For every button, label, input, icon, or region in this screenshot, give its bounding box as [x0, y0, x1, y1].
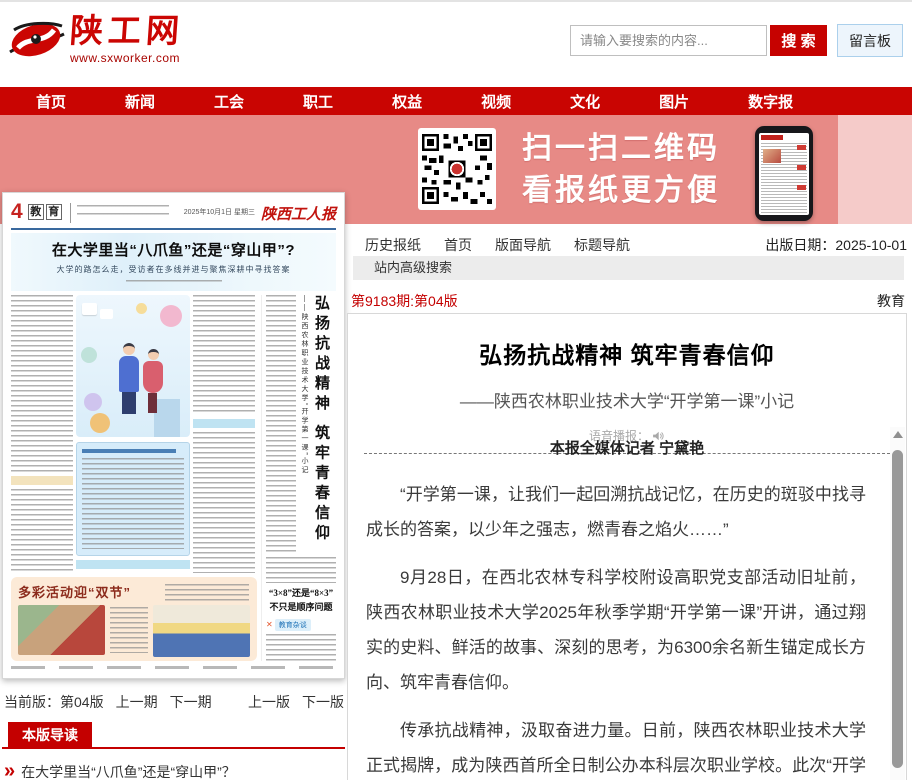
publish-date: 出版日期：2025-10-01	[765, 235, 907, 255]
prev-page-link[interactable]: 上一版	[248, 692, 290, 712]
lead-headline: 在大学里当“八爪鱼”还是“穿山甲”?	[11, 239, 336, 260]
vertical-article-title: 弘扬抗战精神 筑牢青春信仰	[312, 295, 330, 551]
feature-photo-left	[18, 605, 105, 655]
newspaper-section-char: 教	[28, 204, 44, 220]
current-article-column[interactable]: ——陕西农林职业技术大学“开学第一课”小记 弘扬抗战精神 筑牢青春信仰 “3×8…	[261, 295, 336, 661]
section-label: 教育	[877, 291, 905, 311]
article-author: 本报全媒体记者 宁黛艳	[348, 437, 906, 458]
nav-item-photo[interactable]: 图片	[659, 91, 689, 112]
article-title: 弘扬抗战精神 筑牢青春信仰	[348, 336, 906, 370]
lead-article-illustration	[76, 295, 190, 437]
vertical-article-subtitle: ——陕西农林职业技术大学“开学第一课”小记	[299, 295, 309, 513]
link-history-papers[interactable]: 历史报纸	[365, 235, 421, 255]
newspaper-page-thumbnail[interactable]: 4 教 育 2025年10月1日 星期三 陕西工人报 在大学里当“八爪鱼”还是“…	[2, 192, 345, 679]
nav-item-home[interactable]: 首页	[36, 91, 66, 112]
newspaper-footer-line	[11, 666, 336, 669]
article-paragraph: 9月28日，在西北农林专科学校附设高职党支部活动旧址前，陕西农林职业技术大学20…	[366, 560, 866, 700]
prev-issue-link[interactable]: 上一期	[116, 692, 158, 712]
banner-slogan: 扫一扫二维码 看报纸更方便	[522, 128, 720, 212]
nav-item-rights[interactable]: 权益	[392, 91, 422, 112]
guide-article-link[interactable]: » 在大学里当“八爪鱼”还是“穿山甲”？	[2, 762, 345, 780]
next-issue-link[interactable]: 下一期	[170, 692, 212, 712]
issue-info: 第9183期:第04版	[351, 291, 458, 311]
photo-feature-block: 多彩活动迎“双节”	[11, 577, 257, 661]
guide-title-tab: 本版导读	[8, 722, 92, 749]
logo-title: 陕工网	[69, 14, 186, 50]
newspaper-masthead: 陕西工人报	[261, 203, 336, 224]
nav-item-culture[interactable]: 文化	[570, 91, 600, 112]
nav-item-epaper[interactable]: 数字报	[748, 91, 793, 112]
link-title-navigation[interactable]: 标题导航	[574, 235, 630, 255]
guide-article-title: 在大学里当“八爪鱼”还是“穿山甲”？	[21, 762, 236, 780]
double-arrow-icon: »	[4, 763, 15, 779]
newspaper-column	[76, 295, 190, 573]
scrollbar-thumb[interactable]	[892, 450, 903, 768]
article-paragraph: “开学第一课，让我们一起回溯抗战记忆，在历史的斑驳中找寻成长的答案，以少年之强志…	[366, 477, 866, 547]
scrollbar[interactable]	[890, 427, 905, 780]
site-logo[interactable]: 陕工网 www.sxworker.com	[8, 14, 184, 66]
section-guide-header: 本版导读	[2, 722, 345, 749]
nav-item-union[interactable]: 工会	[214, 91, 244, 112]
newspaper-section-char: 育	[46, 204, 62, 220]
survey-stats-box	[76, 442, 190, 556]
feature-photo-right	[153, 605, 250, 657]
link-page-navigation[interactable]: 版面导航	[495, 235, 551, 255]
article-body: “开学第一课，让我们一起回溯抗战记忆，在历史的斑驳中找寻成长的答案，以少年之强志…	[348, 458, 906, 780]
article-scroll-area[interactable]: 本报全媒体记者 宁黛艳 “开学第一课，让我们一起回溯抗战记忆，在历史的斑驳中找寻…	[348, 427, 906, 780]
column-headline: 不只是顺序问题	[266, 600, 336, 614]
newspaper-lead-headline-block: 在大学里当“八爪鱼”还是“穿山甲”? 大学的路怎么走，受访者在多线并进与聚焦深耕…	[11, 233, 336, 291]
article-subtitle: ——陕西农林职业技术大学“开学第一课”小记	[348, 387, 906, 412]
logo-subtitle: www.sxworker.com	[70, 51, 184, 65]
current-page-label: 当前版：第04版	[4, 692, 104, 712]
link-reader-home[interactable]: 首页	[444, 235, 472, 255]
search-input[interactable]	[570, 25, 767, 56]
next-page-link[interactable]: 下一版	[302, 692, 344, 712]
newspaper-column	[193, 295, 255, 573]
message-board-button[interactable]: 留言板	[837, 24, 903, 57]
nav-item-news[interactable]: 新闻	[125, 91, 155, 112]
newspaper-column	[11, 295, 73, 573]
scroll-up-arrow-icon[interactable]	[893, 431, 903, 438]
newspaper-meta-text	[77, 205, 169, 221]
newspaper-date: 2025年10月1日 星期三	[184, 207, 255, 217]
advanced-search-link[interactable]: 站内高级搜索	[374, 260, 452, 275]
column-label-logo-icon: ✕	[266, 620, 273, 629]
article-paragraph: 传承抗战精神，汲取奋进力量。日前，陕西农林职业技术大学正式揭牌，成为陕西首所全日…	[366, 713, 866, 780]
newspaper-masthead-row: 4 教 育 2025年10月1日 星期三 陕西工人报	[11, 201, 336, 227]
page-pager: 当前版：第04版 上一期 下一期 上一版 下一版	[4, 692, 344, 712]
section-guide: 本版导读 » 在大学里当“八爪鱼”还是“穿山甲”？	[2, 722, 345, 780]
newspaper-page-number: 4	[11, 201, 23, 223]
search-button[interactable]: 搜 索	[770, 25, 827, 56]
lead-byline	[126, 280, 222, 283]
phone-mockup-image	[755, 126, 813, 221]
nav-item-worker[interactable]: 职工	[303, 91, 333, 112]
logo-swirl-icon	[8, 14, 66, 66]
column-headline: “3×8”还是“8×3”	[266, 586, 336, 600]
site-header: 陕工网 www.sxworker.com 搜 索 留言板	[0, 2, 912, 87]
nav-item-video[interactable]: 视频	[481, 91, 511, 112]
column-label: 教育杂谈	[275, 619, 311, 631]
masthead-rule	[11, 228, 336, 230]
reader-toolbar: 历史报纸 首页 版面导航 标题导航 出版日期：2025-10-01	[347, 235, 907, 255]
issue-row: 第9183期:第04版 教育	[351, 291, 905, 311]
page: 陕工网 www.sxworker.com 搜 索 留言板 首页 新闻 工会 职工…	[0, 0, 912, 780]
advanced-search-bar: 站内高级搜索	[353, 256, 904, 280]
qr-code	[418, 128, 496, 210]
article-panel: 弘扬抗战精神 筑牢青春信仰 ——陕西农林职业技术大学“开学第一课”小记 语音播报…	[347, 313, 907, 780]
main-nav: 首页 新闻 工会 职工 权益 视频 文化 图片 数字报	[0, 87, 912, 115]
lead-subheadline: 大学的路怎么走，受访者在多线并进与聚焦深耕中寻找答案	[11, 264, 336, 275]
